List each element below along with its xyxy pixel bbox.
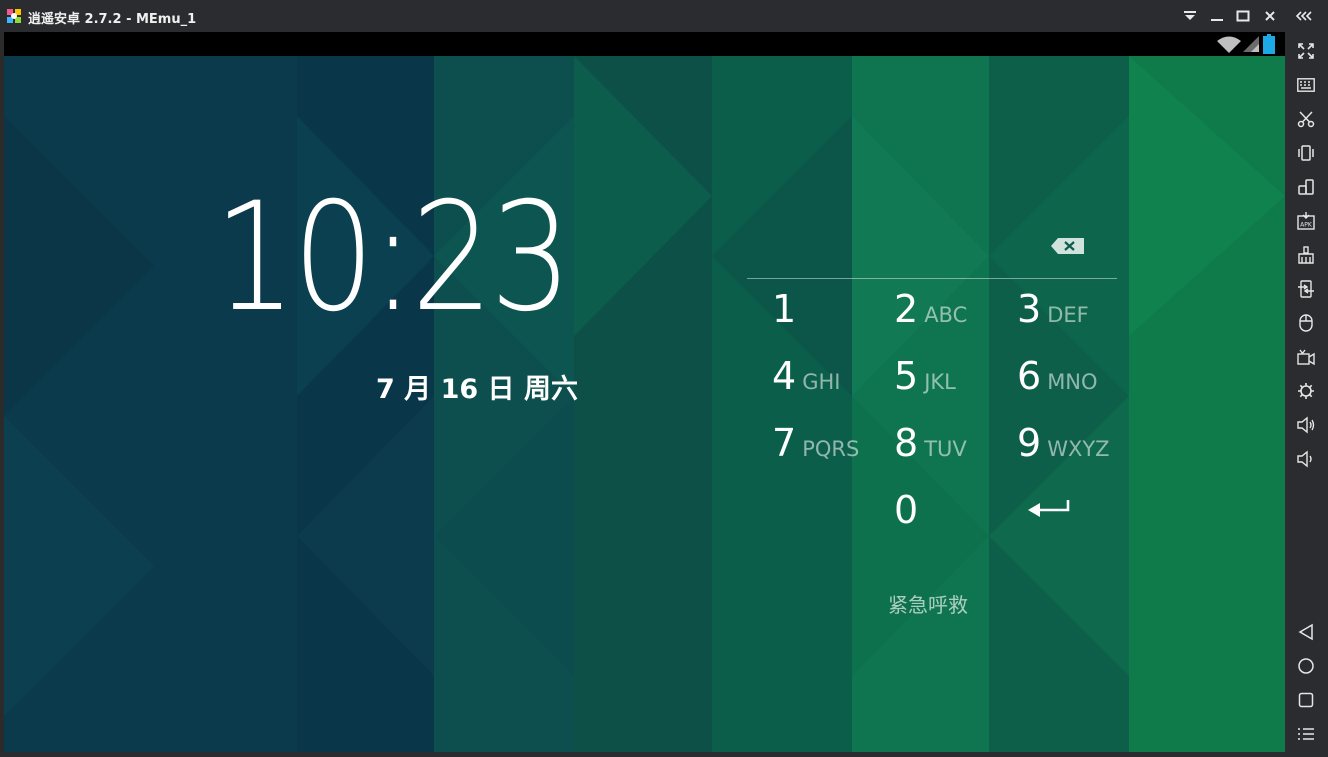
key-0[interactable]: 0	[894, 488, 924, 538]
key-9[interactable]: 9 WXYZ	[1017, 421, 1110, 471]
key-letters: GHI	[802, 370, 841, 394]
menu-button[interactable]	[1293, 721, 1319, 747]
lockscreen-date: 7 月 16 日 周六	[376, 374, 578, 405]
key-number: 7	[772, 421, 797, 465]
title-bar: 逍遥安卓 2.7.2 - MEmu_1	[0, 0, 1328, 32]
rotate-icon	[1298, 179, 1314, 195]
shake-button[interactable]	[1293, 140, 1319, 166]
key-2[interactable]: 2 ABC	[894, 287, 967, 337]
video-record-icon	[1297, 349, 1315, 365]
key-number: 5	[894, 354, 919, 398]
dropdown-icon	[1184, 11, 1196, 20]
key-number: 2	[894, 287, 919, 331]
apk-install-button[interactable]: APK	[1293, 208, 1319, 234]
minimize-button[interactable]	[1206, 6, 1228, 26]
close-icon	[1265, 11, 1275, 21]
key-letters: WXYZ	[1047, 437, 1110, 461]
window-title: 逍遥安卓 2.7.2 - MEmu_1	[28, 12, 197, 27]
back-icon	[1298, 623, 1313, 641]
minimize-icon	[1211, 19, 1223, 21]
lockscreen-clock: 10:23	[214, 171, 572, 345]
dropdown-button[interactable]	[1179, 6, 1201, 26]
pin-entry-line	[747, 278, 1117, 279]
key-5[interactable]: 5 JKL	[894, 354, 956, 404]
home-icon	[1298, 658, 1314, 674]
key-letters: PQRS	[802, 437, 860, 461]
maximize-icon	[1236, 10, 1250, 22]
volume-up-button[interactable]	[1293, 412, 1319, 438]
shake-icon	[1298, 145, 1314, 161]
key-number: 8	[894, 421, 919, 465]
keyboard-icon	[1297, 78, 1315, 92]
transfer-icon	[1298, 280, 1314, 298]
key-letters: DEF	[1047, 303, 1089, 327]
settings-icon	[1298, 383, 1314, 399]
key-number: 9	[1017, 421, 1042, 465]
keyboard-button[interactable]	[1293, 72, 1319, 98]
key-7[interactable]: 7 PQRS	[772, 421, 859, 471]
android-lockscreen[interactable]: 10:23 7 月 16 日 周六 1 2 ABC 3 DEF 4 GHI 5 JKL …	[4, 56, 1285, 752]
mouse-button[interactable]	[1293, 310, 1319, 336]
android-status-bar	[4, 32, 1285, 56]
apk-install-icon: APK	[1297, 212, 1315, 230]
transfer-button[interactable]	[1293, 276, 1319, 302]
mouse-icon	[1299, 314, 1313, 332]
signal-icon	[1243, 36, 1259, 52]
recent-apps-icon	[1298, 692, 1314, 708]
key-letters: MNO	[1047, 370, 1098, 394]
key-number: 6	[1017, 354, 1042, 398]
fullscreen-button[interactable]	[1293, 38, 1319, 64]
scissors-icon	[1297, 111, 1315, 128]
back-button[interactable]	[1293, 619, 1319, 645]
key-letters: JKL	[924, 370, 956, 394]
home-button[interactable]	[1293, 653, 1319, 679]
maximize-button[interactable]	[1232, 6, 1254, 26]
close-button[interactable]	[1259, 6, 1281, 26]
key-letters: TUV	[924, 437, 967, 461]
video-record-button[interactable]	[1293, 344, 1319, 370]
battery-icon	[1263, 34, 1275, 54]
enter-pin-button[interactable]	[1026, 494, 1070, 524]
settings-button[interactable]	[1293, 378, 1319, 404]
wifi-icon	[1217, 36, 1241, 53]
collapse-sidebar-icon	[1295, 11, 1312, 21]
svg-text:APK: APK	[1300, 222, 1313, 229]
key-8[interactable]: 8 TUV	[894, 421, 967, 471]
key-6[interactable]: 6 MNO	[1017, 354, 1098, 404]
key-1[interactable]: 1	[772, 287, 802, 337]
volume-up-icon	[1297, 416, 1315, 434]
clean-icon	[1298, 246, 1314, 264]
volume-down-button[interactable]	[1293, 446, 1319, 472]
collapse-sidebar-button[interactable]	[1293, 6, 1315, 26]
rotate-button[interactable]	[1293, 174, 1319, 200]
lockscreen-wallpaper	[4, 56, 1285, 752]
key-number: 3	[1017, 287, 1042, 331]
fullscreen-icon	[1298, 43, 1314, 59]
key-4[interactable]: 4 GHI	[772, 354, 840, 404]
key-3[interactable]: 3 DEF	[1017, 287, 1089, 337]
key-number: 4	[772, 354, 797, 398]
volume-down-icon	[1297, 450, 1312, 468]
clean-button[interactable]	[1293, 242, 1319, 268]
delete-pin-button[interactable]	[1050, 236, 1086, 256]
emergency-call-button[interactable]: 紧急呼救	[888, 589, 968, 618]
menu-icon	[1298, 728, 1314, 740]
key-letters: ABC	[924, 303, 968, 327]
emulator-sidebar: APK	[1285, 32, 1328, 754]
recent-apps-button[interactable]	[1293, 687, 1319, 713]
memu-logo-icon	[7, 9, 21, 23]
window-bottom-border	[0, 752, 1328, 757]
screenshot-button[interactable]	[1293, 106, 1319, 132]
key-number: 0	[894, 488, 919, 532]
key-number: 1	[772, 287, 797, 331]
